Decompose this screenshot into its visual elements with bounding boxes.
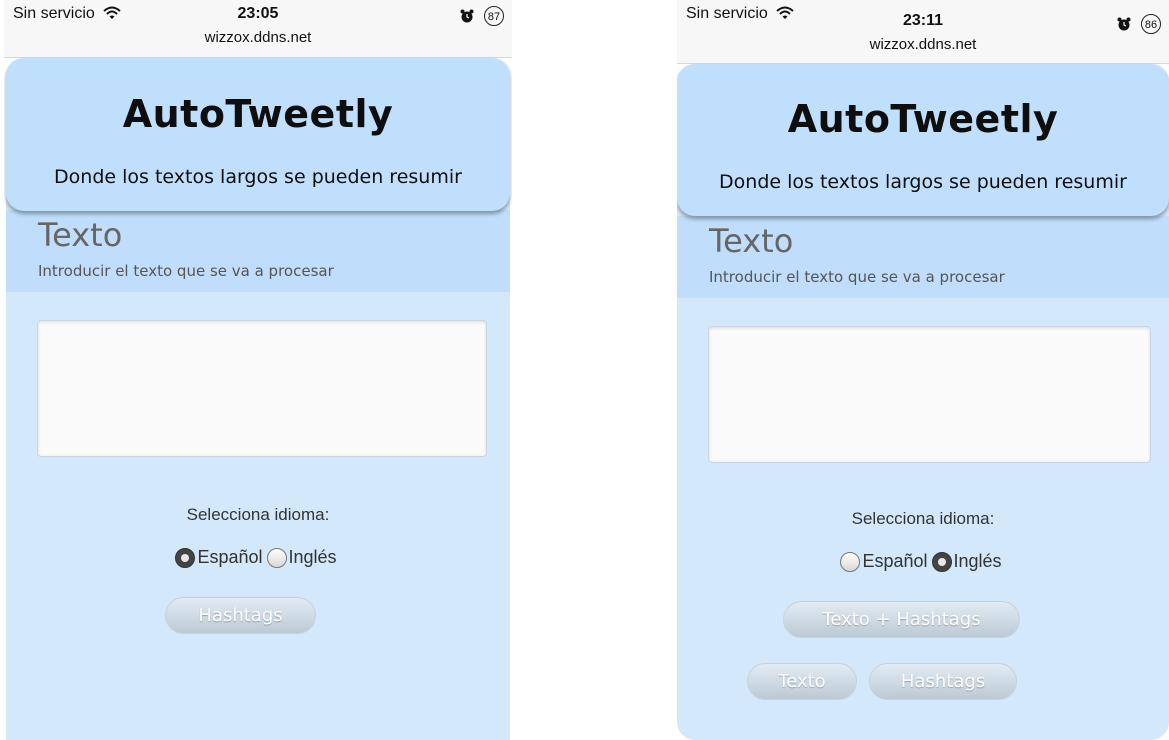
app-header: AutoTweetly Donde los textos largos se p… [677,64,1169,216]
app-subtitle: Donde los textos largos se pueden resumi… [719,171,1127,193]
language-label: Selecciona idioma: [186,505,330,524]
section-title: Texto [709,222,794,260]
text-input-area[interactable] [708,326,1151,463]
app-container: AutoTweetly Donde los textos largos se p… [677,64,1169,740]
phone-screen-right: Sin servicio 23:11 wizzox.ddns.net 86 Au… [677,0,1169,740]
section-title: Texto [38,216,123,254]
language-label: Selecciona idioma: [851,509,995,528]
texto-section-header: Texto Introducir el texto que se va a pr… [6,210,510,292]
battery-indicator: 87 [484,6,504,26]
alarm-clock-icon [1117,17,1131,31]
phone-screen-left: Sin servicio 23:05 wizzox.ddns.net 87 Au… [4,0,512,740]
radio-label-ingles[interactable]: Inglés [954,551,1002,572]
alarm-clock-icon [460,9,474,23]
status-bar: Sin servicio 23:05 wizzox.ddns.net 87 [4,0,512,58]
texto-section-header: Texto Introducir el texto que se va a pr… [677,216,1169,298]
language-radio-group: Español Inglés [6,547,510,568]
section-subtitle: Introducir el texto que se va a procesar [38,262,334,280]
battery-indicator: 86 [1141,14,1161,34]
text-input-area[interactable] [37,320,487,457]
hashtags-button[interactable]: Hashtags [165,597,316,634]
app-title: AutoTweetly [787,97,1059,141]
radio-espanol[interactable] [175,547,196,568]
texto-button[interactable]: Texto [747,663,857,700]
section-subtitle: Introducir el texto que se va a procesar [709,268,1005,286]
app-title: AutoTweetly [122,92,394,136]
radio-espanol[interactable] [840,551,861,572]
radio-label-ingles[interactable]: Inglés [289,547,337,568]
address-url[interactable]: wizzox.ddns.net [677,36,1169,53]
address-url[interactable]: wizzox.ddns.net [4,29,512,46]
app-subtitle: Donde los textos largos se pueden resumi… [54,166,462,188]
app-container: AutoTweetly Donde los textos largos se p… [6,58,510,740]
hashtags-button[interactable]: Hashtags [869,663,1017,700]
radio-label-espanol[interactable]: Español [862,551,927,572]
status-time: 23:05 [237,5,279,22]
status-bar: Sin servicio 23:11 wizzox.ddns.net 86 [677,0,1169,64]
radio-ingles[interactable] [931,551,952,572]
status-time: 23:11 [902,12,944,29]
texto-hashtags-button[interactable]: Texto + Hashtags [783,601,1020,638]
radio-label-espanol[interactable]: Español [197,547,262,568]
language-radio-group: Español Inglés [677,551,1169,572]
app-header: AutoTweetly Donde los textos largos se p… [6,58,510,211]
radio-ingles[interactable] [266,547,287,568]
